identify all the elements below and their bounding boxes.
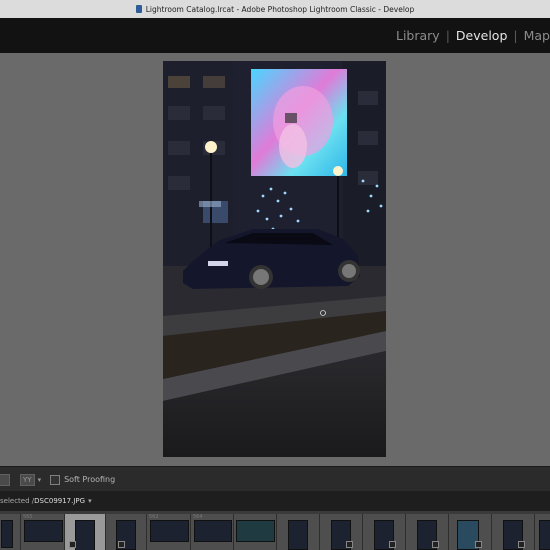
filmstrip-thumb[interactable] <box>234 514 277 550</box>
file-menu-chevron-icon[interactable]: ▾ <box>88 497 92 505</box>
soft-proofing-label: Soft Proofing <box>64 475 116 484</box>
thumbnail-image <box>75 520 95 550</box>
develop-toolbar: YY ▾ Soft Proofing <box>0 466 550 492</box>
edit-badge-icon <box>69 541 76 548</box>
thumbnail-image <box>236 520 275 542</box>
module-bar: Library | Develop | Map <box>0 18 550 53</box>
filmstrip-thumb[interactable]: 565 <box>21 514 65 550</box>
filmstrip-thumb-selected[interactable] <box>65 514 106 550</box>
night-street-photo <box>163 61 386 457</box>
thumbnail-image <box>539 520 550 550</box>
module-library[interactable]: Library <box>396 28 440 43</box>
filmstrip-thumb[interactable] <box>363 514 406 550</box>
filmstrip-thumb[interactable] <box>277 514 320 550</box>
thumbnail-image <box>1 520 13 548</box>
catalog-file-icon <box>135 5 142 13</box>
loupe-view-button[interactable] <box>0 473 10 486</box>
thumbnail-image <box>150 520 189 542</box>
edit-badge-icon <box>518 541 525 548</box>
thumbnail-image <box>24 520 63 542</box>
edit-badge-icon <box>346 541 353 548</box>
photo-preview[interactable] <box>163 61 386 457</box>
module-map[interactable]: Map <box>524 28 550 43</box>
thumbnail-image <box>194 520 232 542</box>
filmstrip: 565 562 564 <box>0 511 550 550</box>
filmstrip-thumb[interactable]: 562 <box>147 514 191 550</box>
edit-badge-icon <box>475 541 482 548</box>
thumbnail-image <box>288 520 308 550</box>
filmstrip-thumb[interactable] <box>0 514 21 550</box>
filmstrip-thumb[interactable]: 564 <box>191 514 234 550</box>
edit-badge-icon <box>432 541 439 548</box>
filmstrip-thumb[interactable] <box>320 514 363 550</box>
edit-badge-icon <box>389 541 396 548</box>
filmstrip-thumb[interactable] <box>106 514 147 550</box>
module-picker: Library | Develop | Map <box>396 18 550 53</box>
filmstrip-thumb[interactable] <box>406 514 449 550</box>
before-after-view-button[interactable]: YY <box>20 473 35 486</box>
develop-main-view <box>0 53 550 466</box>
filmstrip-header: selected / DSC09917.JPG ▾ <box>0 491 550 511</box>
selection-status: selected / <box>0 497 35 505</box>
module-develop[interactable]: Develop <box>456 28 507 43</box>
filmstrip-thumb[interactable] <box>535 514 550 550</box>
soft-proofing-checkbox[interactable] <box>50 474 61 485</box>
selected-file-name[interactable]: DSC09917.JPG <box>34 497 85 505</box>
filmstrip-thumb[interactable] <box>449 514 492 550</box>
filmstrip-thumb[interactable] <box>492 514 535 550</box>
chevron-down-icon[interactable]: ▾ <box>38 476 42 484</box>
window-title-bar: Lightroom Catalog.lrcat - Adobe Photosho… <box>0 0 550 19</box>
module-separator: | <box>445 28 450 43</box>
edit-badge-icon <box>118 541 125 548</box>
module-separator: | <box>513 28 518 43</box>
window-title: Lightroom Catalog.lrcat - Adobe Photosho… <box>145 4 415 14</box>
